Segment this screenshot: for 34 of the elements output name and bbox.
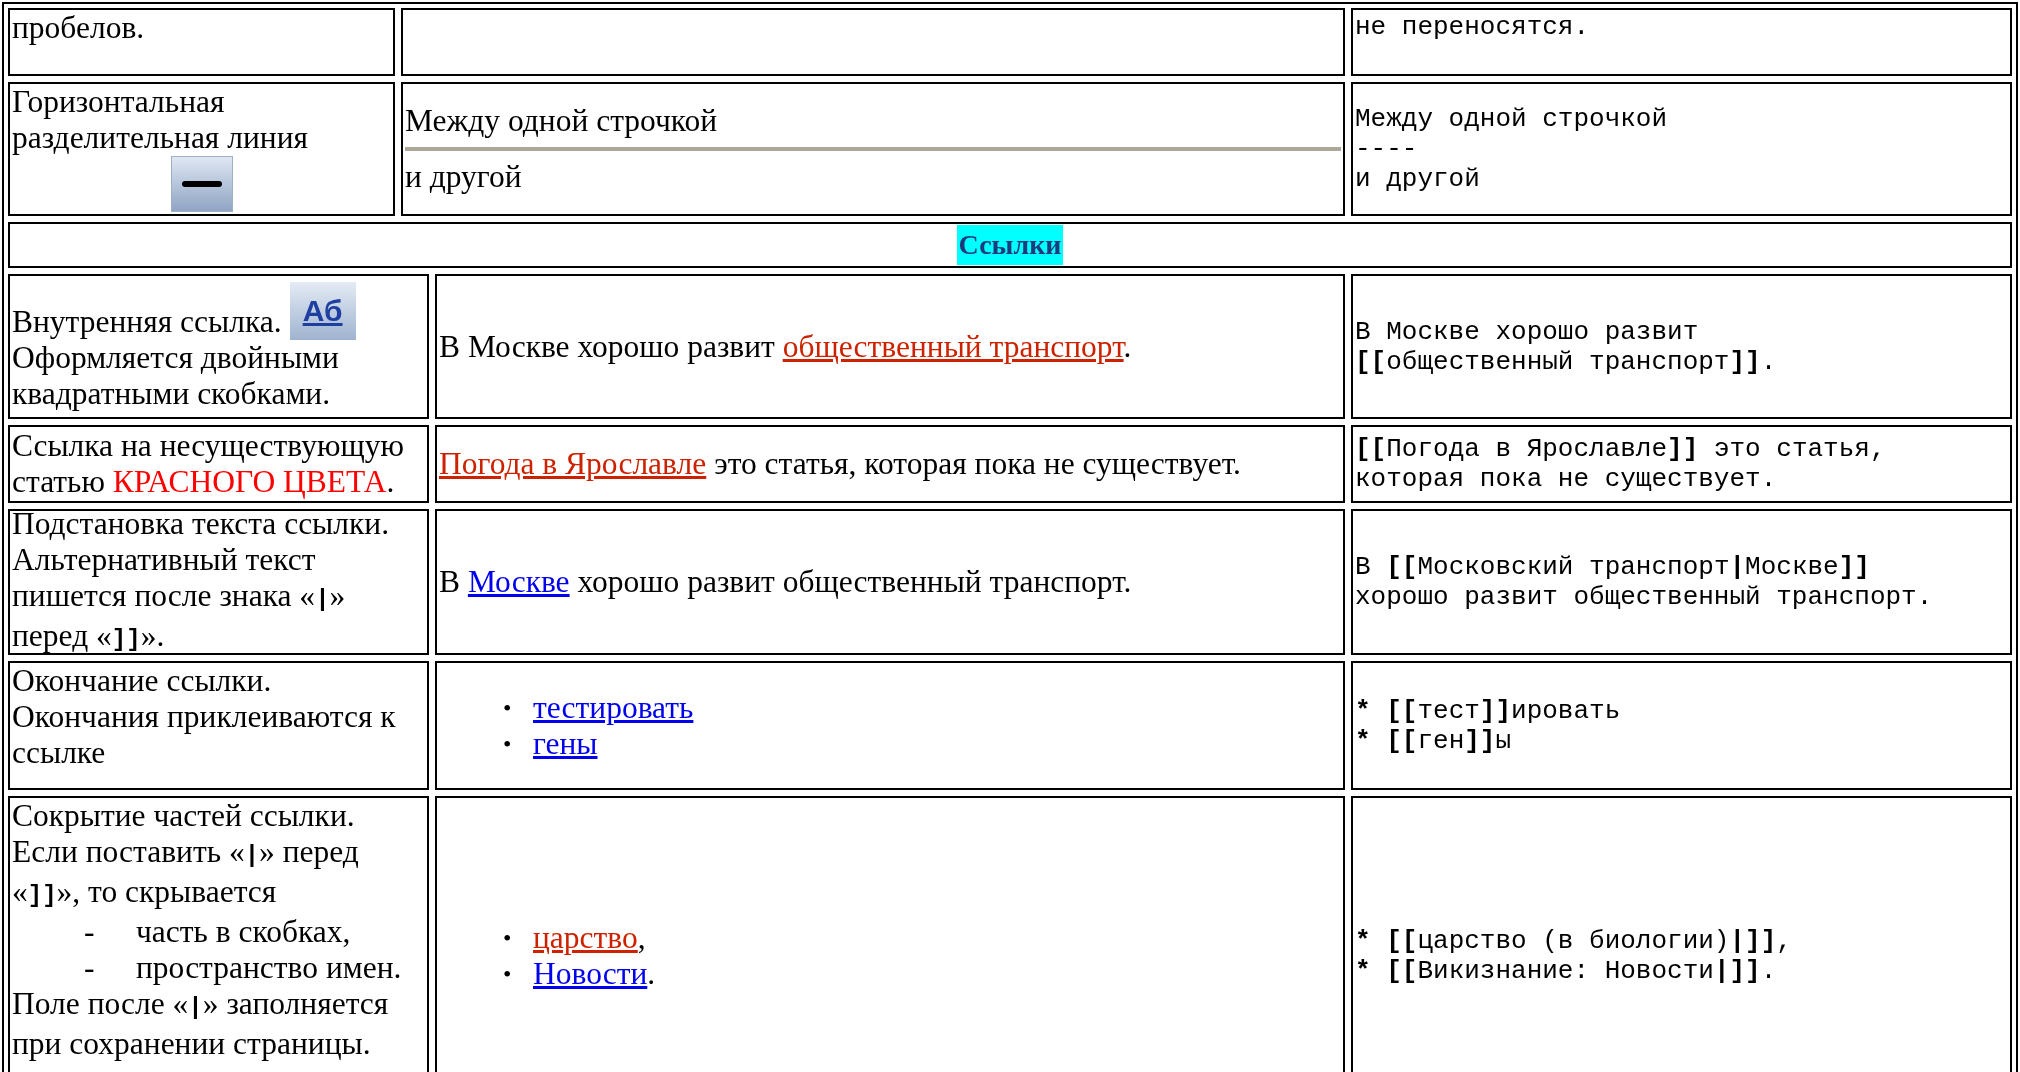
list-item: • царство, [502, 920, 647, 956]
wiki-link[interactable]: общественный транспорт [782, 328, 1124, 364]
wiki-link[interactable]: Погода в Ярославле [439, 446, 707, 481]
list-item: • гены [502, 725, 599, 762]
description-text: Окончание ссылки. Окончания приклеиваются к ссылке [12, 663, 397, 771]
example-text: Погода в Ярославле это статья, которая пока не существует. [439, 446, 1242, 482]
list-item: • тестировать [502, 689, 695, 726]
code-snippet: В Москве хорошо развит [[общественный транспорт]]. [1355, 316, 1778, 377]
code-snippet: * [[тест]]ировать * [[ген]]ы [1355, 695, 1622, 756]
description-text: Внутренняя ссылка. [12, 303, 282, 340]
code-snippet: * [[царство (в биологии)|]], * [[Викизнание: Новости|]]. [1355, 926, 1793, 986]
wiki-link[interactable]: Новости [533, 956, 648, 991]
example-text: В Москве хорошо развит общественный транспорт. [439, 328, 1133, 365]
list-item: • Новости. [502, 956, 657, 992]
list-item: - пространство имен. [83, 950, 403, 986]
description-text: Подстановка текста ссылки. Альтернативный текст пишется после знака «|» перед «]]». [12, 511, 391, 653]
description-text: Оформляется двойными квадратными скобками. [12, 339, 340, 412]
code-snippet: не переносятся. [1355, 12, 1591, 42]
description-text: Поле после «|» заполняется при сохранении страницы. [12, 986, 390, 1062]
code-snippet: Между одной строчкой ---- и другой [1355, 104, 1669, 194]
wiki-link[interactable]: гены [533, 725, 598, 761]
wiki-link[interactable]: Москве [467, 564, 570, 599]
example-text: Между одной строчкой [405, 103, 719, 139]
code-snippet: [[Погода в Ярославле]] это статья, которая пока не существует. [1355, 434, 1887, 494]
description-text: Горизонтальная разделительная линия [12, 84, 309, 156]
wiki-link[interactable]: царство [533, 920, 638, 955]
example-text: В Москве хорошо развит общественный транспорт. [439, 564, 1133, 600]
description-text: пробелов. [12, 10, 146, 46]
wiki-link[interactable]: тестировать [533, 689, 694, 725]
list-item: - часть в скобках, [83, 914, 352, 950]
description-text: Ссылка на несуществующую статью КРАСНОГО ЦВЕТА. [12, 428, 405, 500]
code-snippet: В [[Московский транспорт|Москве]] хорошо развит общественный транспорт. [1355, 552, 1934, 612]
example-text: и другой [405, 159, 523, 195]
section-heading: Ссылки [956, 225, 1064, 265]
